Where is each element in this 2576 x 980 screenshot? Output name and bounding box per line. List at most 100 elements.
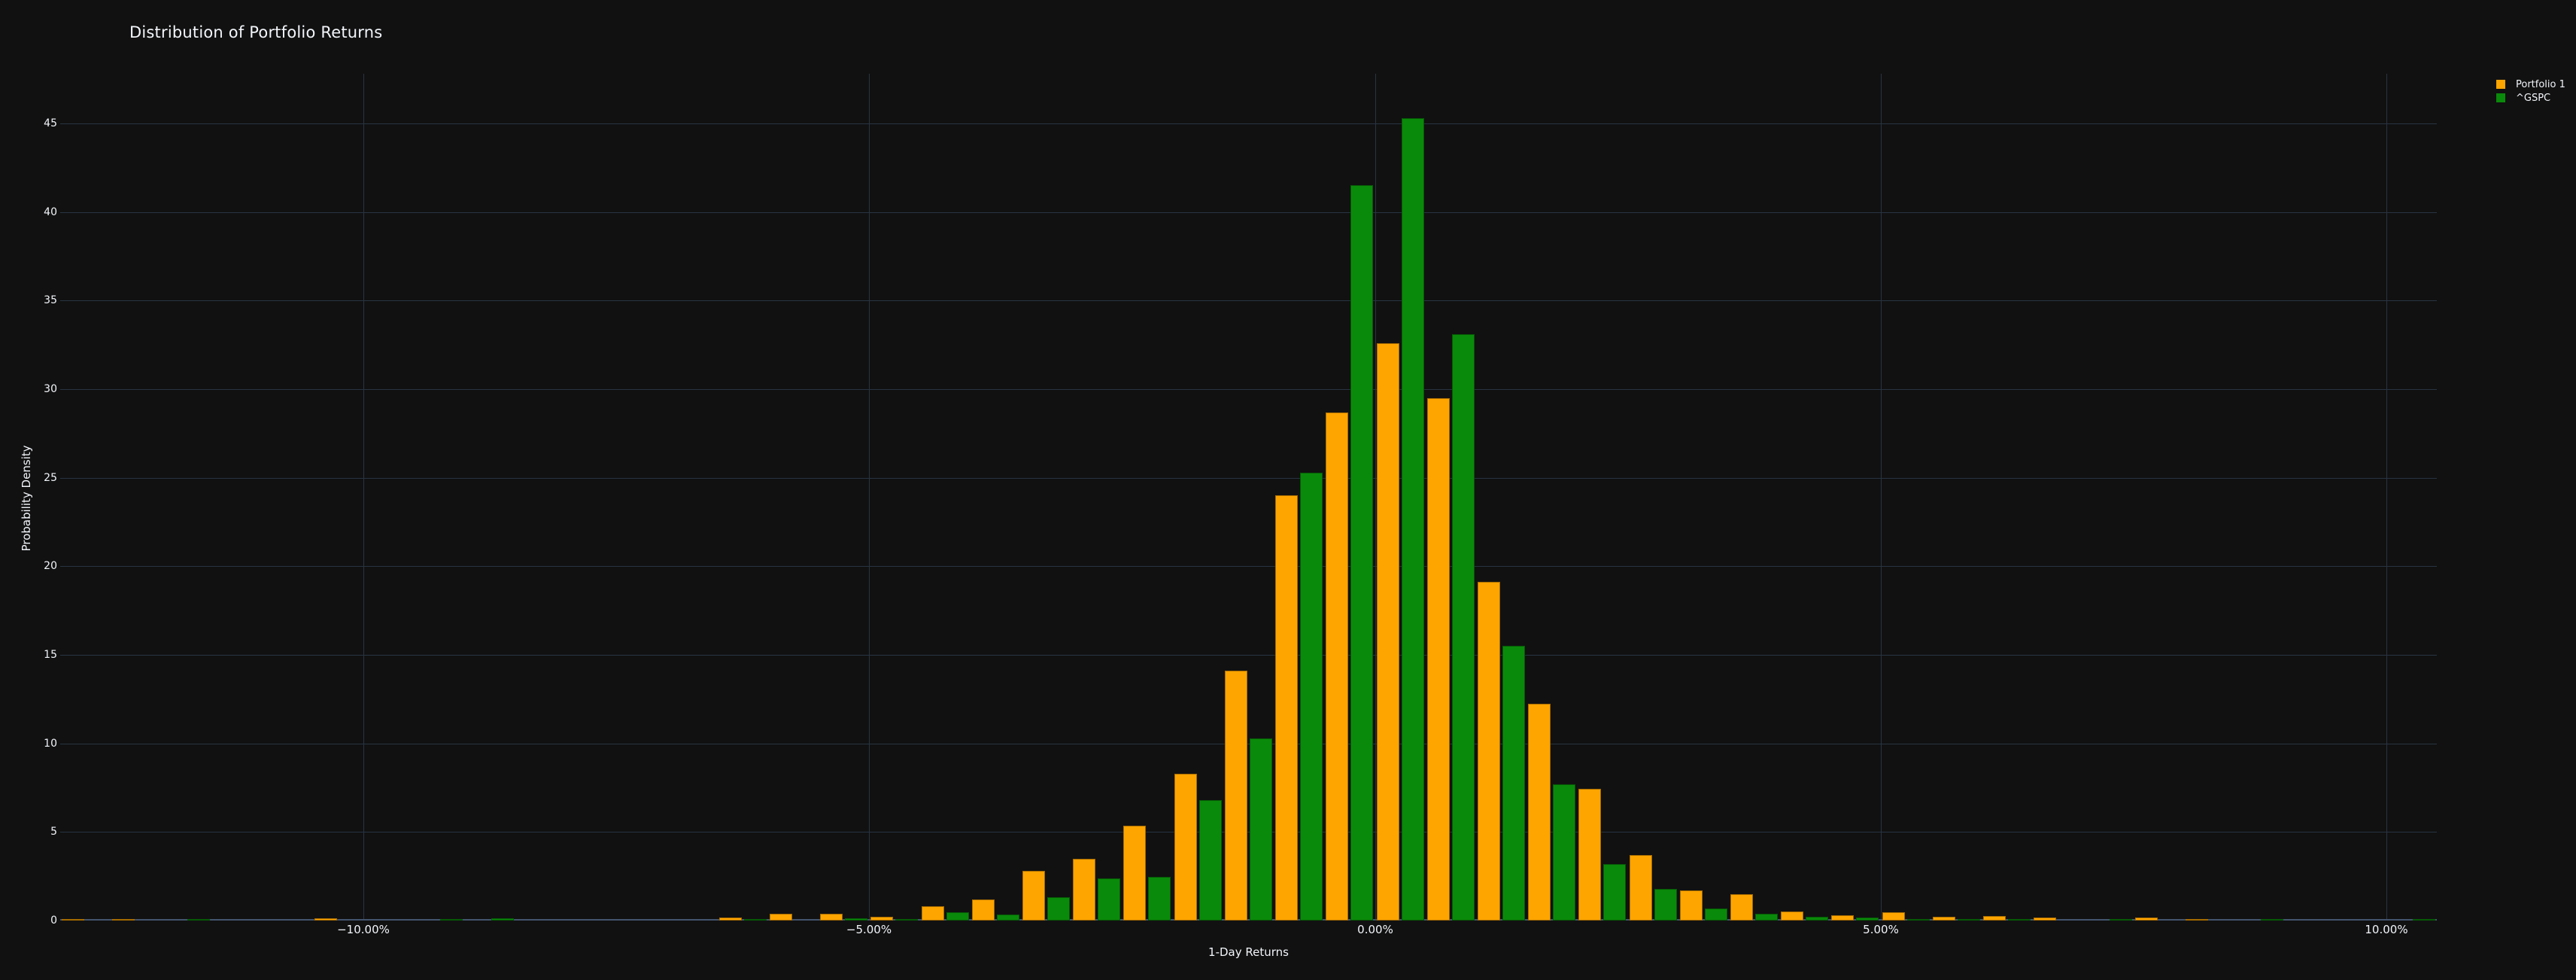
histogram-bar-portfolio-1[interactable] — [1528, 704, 1551, 921]
histogram-bar-gspc[interactable] — [845, 918, 867, 921]
gridline-y-25 — [60, 478, 2437, 479]
chart-canvas: Distribution of Portfolio Returns Probab… — [0, 0, 2576, 980]
histogram-bar-gspc[interactable] — [1654, 889, 1677, 921]
x-tick-label: 5.00% — [1863, 923, 1899, 936]
histogram-bar-gspc[interactable] — [1856, 918, 1879, 921]
histogram-bar-portfolio-1[interactable] — [1730, 894, 1753, 921]
y-tick-label: 20 — [44, 560, 57, 572]
histogram-bar-gspc[interactable] — [997, 915, 1019, 921]
histogram-bar-gspc[interactable] — [2110, 919, 2132, 921]
legend: Portfolio 1 ^GSPC — [2496, 78, 2565, 105]
gridline-y-20 — [60, 566, 2437, 567]
histogram-bar-gspc[interactable] — [2413, 919, 2435, 921]
histogram-bar-gspc[interactable] — [895, 919, 918, 921]
gridline-x--10 — [363, 74, 364, 921]
histogram-bar-gspc[interactable] — [1958, 919, 1980, 921]
histogram-bar-portfolio-1[interactable] — [1781, 912, 1803, 921]
histogram-bar-gspc[interactable] — [744, 919, 767, 921]
histogram-bar-portfolio-1[interactable] — [1427, 398, 1450, 921]
histogram-bar-gspc[interactable] — [1350, 185, 1373, 921]
histogram-bar-portfolio-1[interactable] — [870, 917, 893, 921]
histogram-bar-portfolio-1[interactable] — [1478, 582, 1500, 921]
histogram-bar-gspc[interactable] — [440, 919, 463, 921]
x-tick-label: −5.00% — [846, 923, 892, 936]
histogram-bar-gspc[interactable] — [1300, 473, 1323, 921]
histogram-bar-gspc[interactable] — [491, 918, 514, 921]
gridline-y-35 — [60, 300, 2437, 301]
histogram-bar-portfolio-1[interactable] — [1630, 855, 1652, 921]
y-axis-title: Probability Density — [20, 445, 33, 552]
histogram-bar-gspc[interactable] — [1806, 917, 1828, 921]
histogram-bar-portfolio-1[interactable] — [1882, 912, 1905, 921]
histogram-bar-gspc[interactable] — [1199, 800, 1222, 921]
y-tick-label: 5 — [50, 826, 57, 838]
histogram-bar-portfolio-1[interactable] — [112, 919, 135, 921]
histogram-bar-portfolio-1[interactable] — [62, 919, 84, 921]
histogram-bar-gspc[interactable] — [1452, 334, 1475, 921]
histogram-bar-gspc[interactable] — [1502, 646, 1525, 921]
histogram-bar-portfolio-1[interactable] — [1275, 495, 1298, 921]
histogram-bar-portfolio-1[interactable] — [2034, 918, 2056, 921]
histogram-bar-gspc[interactable] — [1402, 118, 1424, 921]
x-tick-label: 10.00% — [2365, 923, 2408, 936]
histogram-bar-portfolio-1[interactable] — [1680, 890, 1703, 921]
histogram-bar-portfolio-1[interactable] — [1578, 789, 1601, 921]
histogram-bar-portfolio-1[interactable] — [1225, 671, 1247, 921]
gridline-x-5 — [1881, 74, 1882, 921]
gridline-y-15 — [60, 655, 2437, 656]
histogram-bar-portfolio-1[interactable] — [1073, 859, 1095, 921]
gridline-x--5 — [869, 74, 870, 921]
legend-swatch-gspc — [2496, 93, 2505, 102]
histogram-bar-gspc[interactable] — [2008, 919, 2031, 921]
y-tick-label: 45 — [44, 117, 57, 129]
histogram-bar-portfolio-1[interactable] — [1377, 343, 1399, 921]
histogram-bar-portfolio-1[interactable] — [1983, 916, 2006, 921]
gridline-y-45 — [60, 123, 2437, 124]
histogram-bar-gspc[interactable] — [1098, 878, 1120, 921]
legend-label-gspc: ^GSPC — [2516, 92, 2551, 104]
histogram-bar-gspc[interactable] — [1250, 738, 1272, 921]
y-tick-label: 25 — [44, 472, 57, 484]
histogram-bar-portfolio-1[interactable] — [972, 899, 995, 921]
histogram-bar-gspc[interactable] — [1603, 864, 1626, 921]
histogram-bar-portfolio-1[interactable] — [770, 914, 792, 921]
y-tick-label: 40 — [44, 206, 57, 218]
histogram-bar-gspc[interactable] — [1907, 919, 1930, 921]
histogram-bar-gspc[interactable] — [1148, 877, 1171, 921]
histogram-bar-portfolio-1[interactable] — [1831, 915, 1854, 921]
x-axis-title: 1-Day Returns — [1208, 945, 1289, 959]
histogram-bar-portfolio-1[interactable] — [2186, 919, 2208, 921]
histogram-bar-portfolio-1[interactable] — [1123, 826, 1146, 921]
y-tick-label: 0 — [50, 915, 57, 927]
histogram-bar-portfolio-1[interactable] — [2135, 918, 2158, 921]
y-tick-label: 30 — [44, 383, 57, 395]
gridline-x-0 — [1375, 74, 1376, 921]
histogram-bar-portfolio-1[interactable] — [922, 906, 944, 921]
histogram-bar-gspc[interactable] — [1705, 908, 1727, 921]
histogram-bar-portfolio-1[interactable] — [820, 914, 843, 921]
histogram-bar-gspc[interactable] — [2261, 919, 2283, 921]
y-tick-label: 35 — [44, 294, 57, 306]
legend-swatch-portfolio-1 — [2496, 80, 2505, 89]
gridline-x-10 — [2386, 74, 2387, 921]
histogram-bar-portfolio-1[interactable] — [1326, 412, 1348, 921]
legend-label-portfolio-1: Portfolio 1 — [2516, 78, 2565, 90]
histogram-bar-portfolio-1[interactable] — [719, 918, 742, 921]
y-tick-label: 15 — [44, 649, 57, 661]
y-tick-label: 10 — [44, 738, 57, 750]
histogram-bar-portfolio-1[interactable] — [314, 918, 337, 921]
histogram-bar-portfolio-1[interactable] — [1174, 774, 1197, 921]
x-tick-label: −10.00% — [337, 923, 390, 936]
legend-item-gspc[interactable]: ^GSPC — [2496, 91, 2565, 105]
histogram-bar-gspc[interactable] — [1047, 897, 1070, 921]
histogram-bar-portfolio-1[interactable] — [1933, 917, 1955, 921]
x-tick-label: 0.00% — [1357, 923, 1393, 936]
histogram-bar-gspc[interactable] — [187, 919, 210, 921]
histogram-bar-gspc[interactable] — [1755, 914, 1778, 921]
gridline-y-40 — [60, 212, 2437, 213]
legend-item-portfolio-1[interactable]: Portfolio 1 — [2496, 78, 2565, 91]
histogram-bar-gspc[interactable] — [1553, 784, 1575, 921]
histogram-bar-gspc[interactable] — [946, 912, 969, 921]
chart-title: Distribution of Portfolio Returns — [129, 23, 383, 41]
histogram-bar-portfolio-1[interactable] — [1022, 871, 1045, 921]
